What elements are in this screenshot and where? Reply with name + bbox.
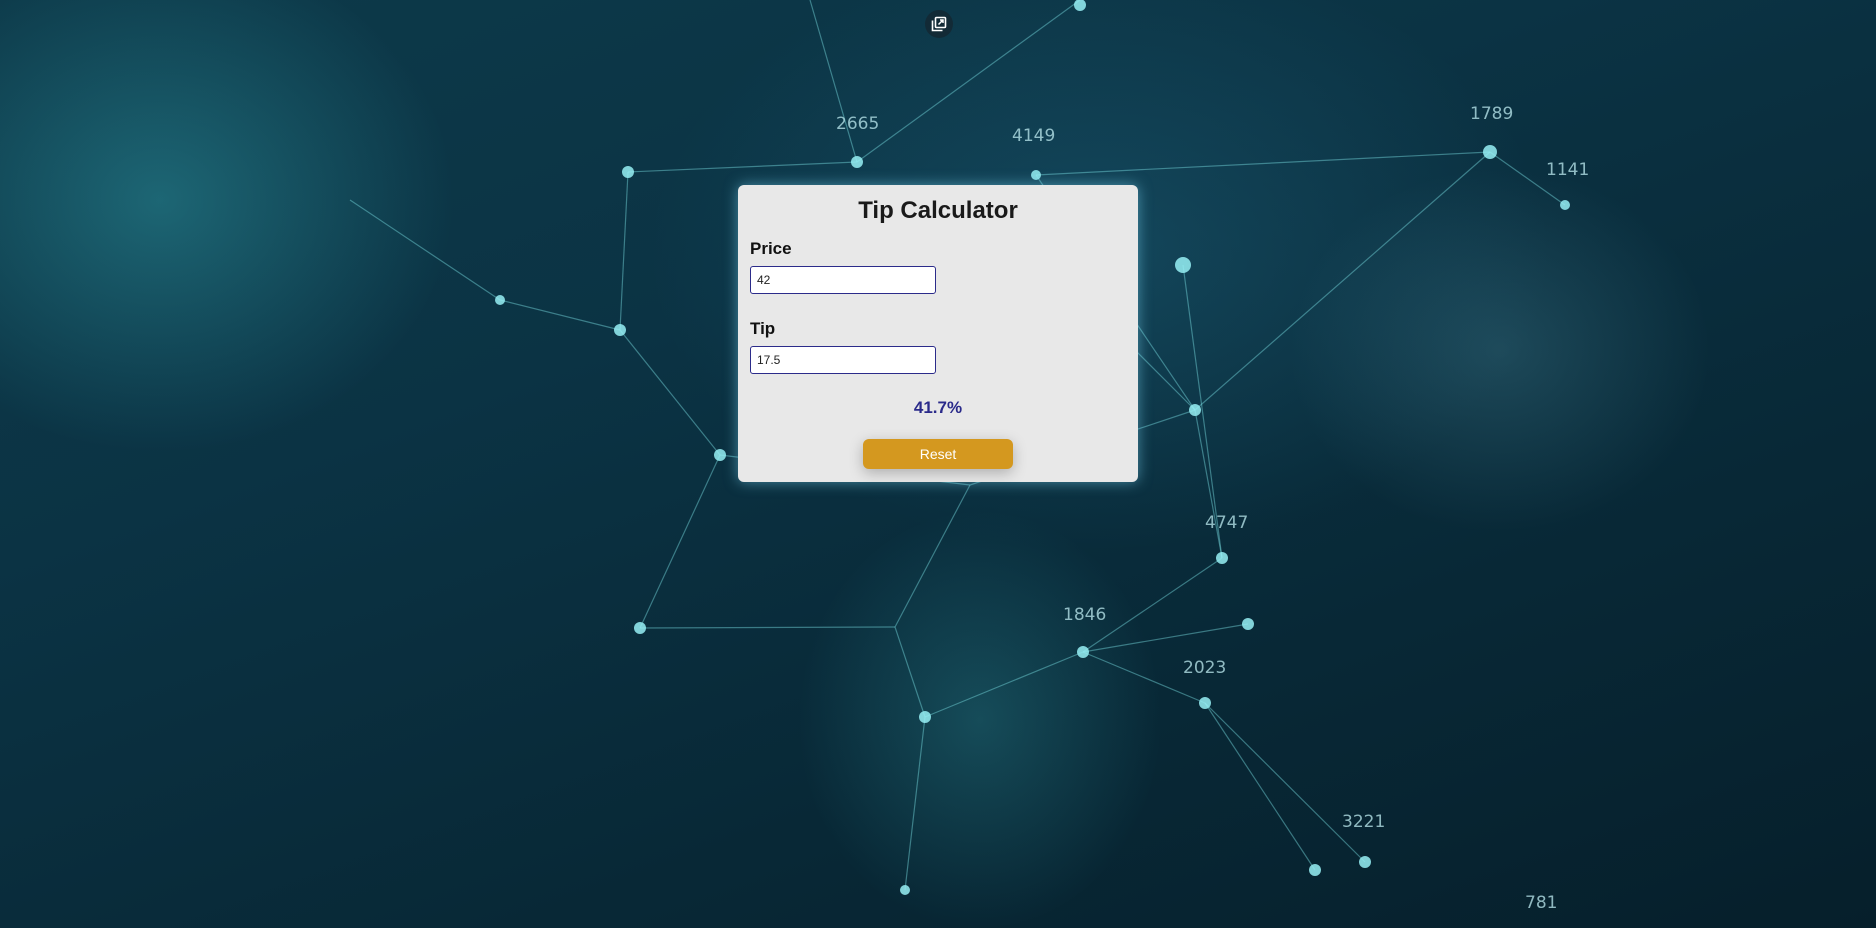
bg-number: 1141	[1546, 160, 1590, 180]
bg-number: 2023	[1183, 658, 1227, 678]
bg-number: 1846	[1063, 605, 1107, 625]
tip-calculator-card: Tip Calculator Price Tip 41.7% Reset	[738, 185, 1138, 482]
popout-icon	[931, 16, 947, 32]
price-input[interactable]	[750, 266, 936, 294]
page-title: Tip Calculator	[858, 197, 1018, 224]
tip-percentage-result: 41.7%	[913, 398, 963, 417]
bg-number: 781	[1525, 893, 1558, 913]
bg-number: 4149	[1012, 126, 1056, 146]
bg-number: 2665	[836, 114, 880, 134]
tip-input[interactable]	[750, 346, 936, 374]
price-label: Price	[750, 239, 792, 258]
bg-number: 3221	[1342, 812, 1386, 832]
popout-button[interactable]	[925, 10, 953, 38]
reset-button[interactable]: Reset	[863, 439, 1013, 469]
bg-number: 4747	[1205, 513, 1249, 533]
bg-number: 1789	[1470, 104, 1514, 124]
tip-label: Tip	[750, 319, 776, 338]
